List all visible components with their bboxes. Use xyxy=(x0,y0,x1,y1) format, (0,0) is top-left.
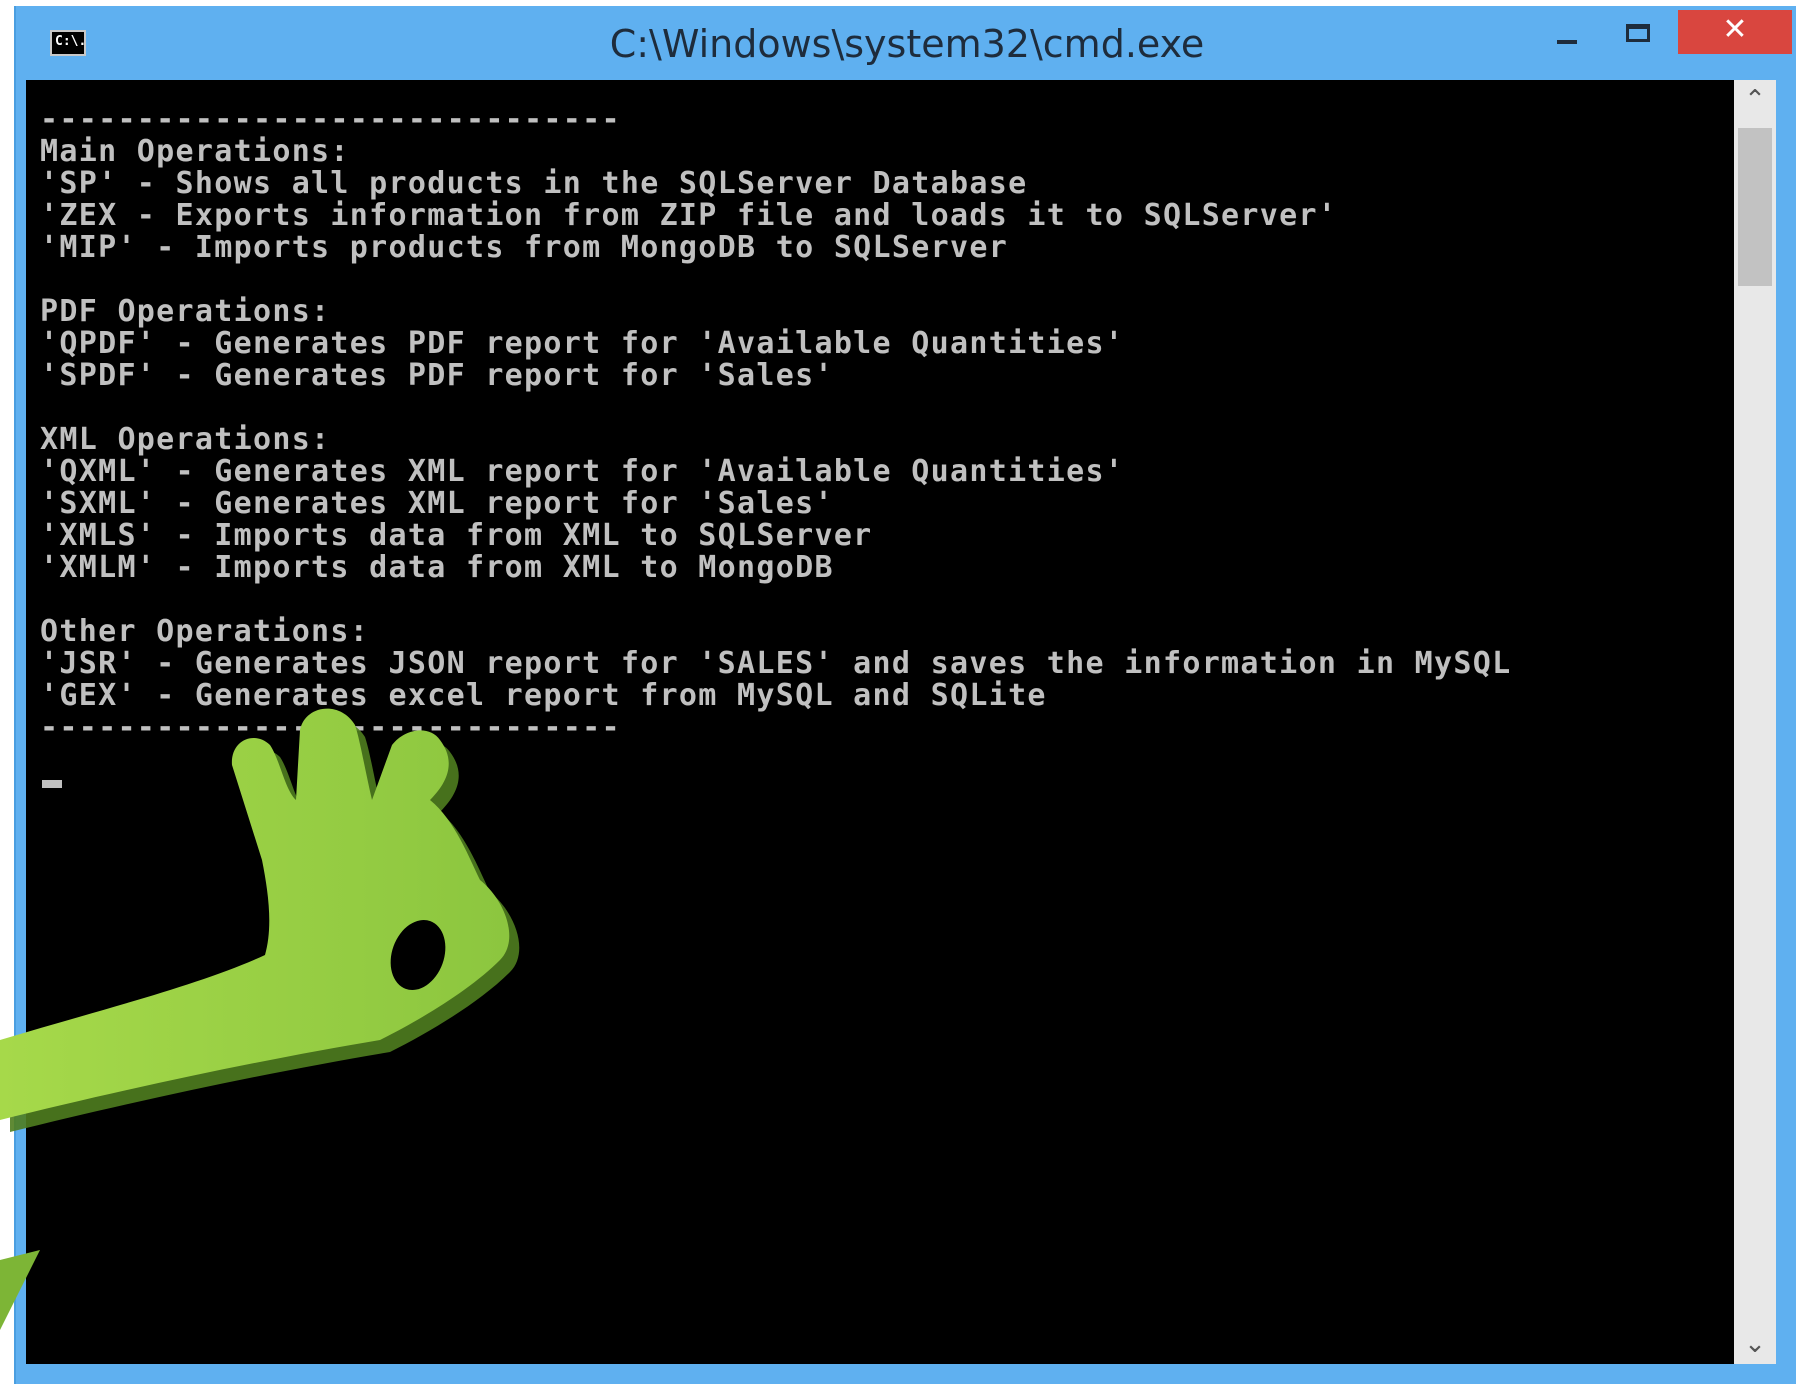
maximize-icon xyxy=(1626,24,1650,42)
minimize-button[interactable] xyxy=(1530,12,1596,56)
console-line: 'SPDF' - Generates PDF report for 'Sales… xyxy=(40,358,834,393)
window-title: C:\Windows\system32\cmd.exe xyxy=(609,22,1205,66)
console-text: ------------------------------ Main Opera… xyxy=(40,104,1511,744)
minimize-icon xyxy=(1557,40,1577,44)
vertical-scrollbar[interactable]: ⌃ ⌄ xyxy=(1734,80,1776,1364)
console-line: 'XMLS' - Imports data from XML to SQLSer… xyxy=(40,518,873,553)
console-line: Main Operations: xyxy=(40,134,350,169)
maximize-button[interactable] xyxy=(1604,12,1670,56)
console-output[interactable]: ------------------------------ Main Opera… xyxy=(26,80,1734,1364)
console-line: 'ZEX - Exports information from ZIP file… xyxy=(40,198,1338,233)
console-line: 'QPDF' - Generates PDF report for 'Avail… xyxy=(40,326,1125,361)
console-line: 'JSR' - Generates JSON report for 'SALES… xyxy=(40,646,1512,681)
title-bar[interactable]: C:\. C:\Windows\system32\cmd.exe ✕ xyxy=(16,6,1796,84)
close-button[interactable]: ✕ xyxy=(1678,10,1792,54)
console-line: ------------------------------ xyxy=(40,710,621,745)
console-line: 'MIP' - Imports products from MongoDB to… xyxy=(40,230,1009,265)
console-line: 'GEX' - Generates excel report from MySQ… xyxy=(40,678,1047,713)
console-line: 'XMLM' - Imports data from XML to MongoD… xyxy=(40,550,834,585)
scroll-down-arrow-icon[interactable]: ⌄ xyxy=(1734,1324,1776,1364)
scroll-up-arrow-icon[interactable]: ⌃ xyxy=(1734,80,1776,120)
console-line: 'SXML' - Generates XML report for 'Sales… xyxy=(40,486,834,521)
scroll-thumb[interactable] xyxy=(1738,128,1772,286)
console-line: ------------------------------ xyxy=(40,102,621,137)
console-line: Other Operations: xyxy=(40,614,370,649)
console-line: 'QXML' - Generates XML report for 'Avail… xyxy=(40,454,1125,489)
console-line: PDF Operations: xyxy=(40,294,331,329)
close-icon: ✕ xyxy=(1722,12,1748,47)
console-line: 'SP' - Shows all products in the SQLServ… xyxy=(40,166,1028,201)
text-cursor xyxy=(42,780,62,788)
console-line: XML Operations: xyxy=(40,422,331,457)
